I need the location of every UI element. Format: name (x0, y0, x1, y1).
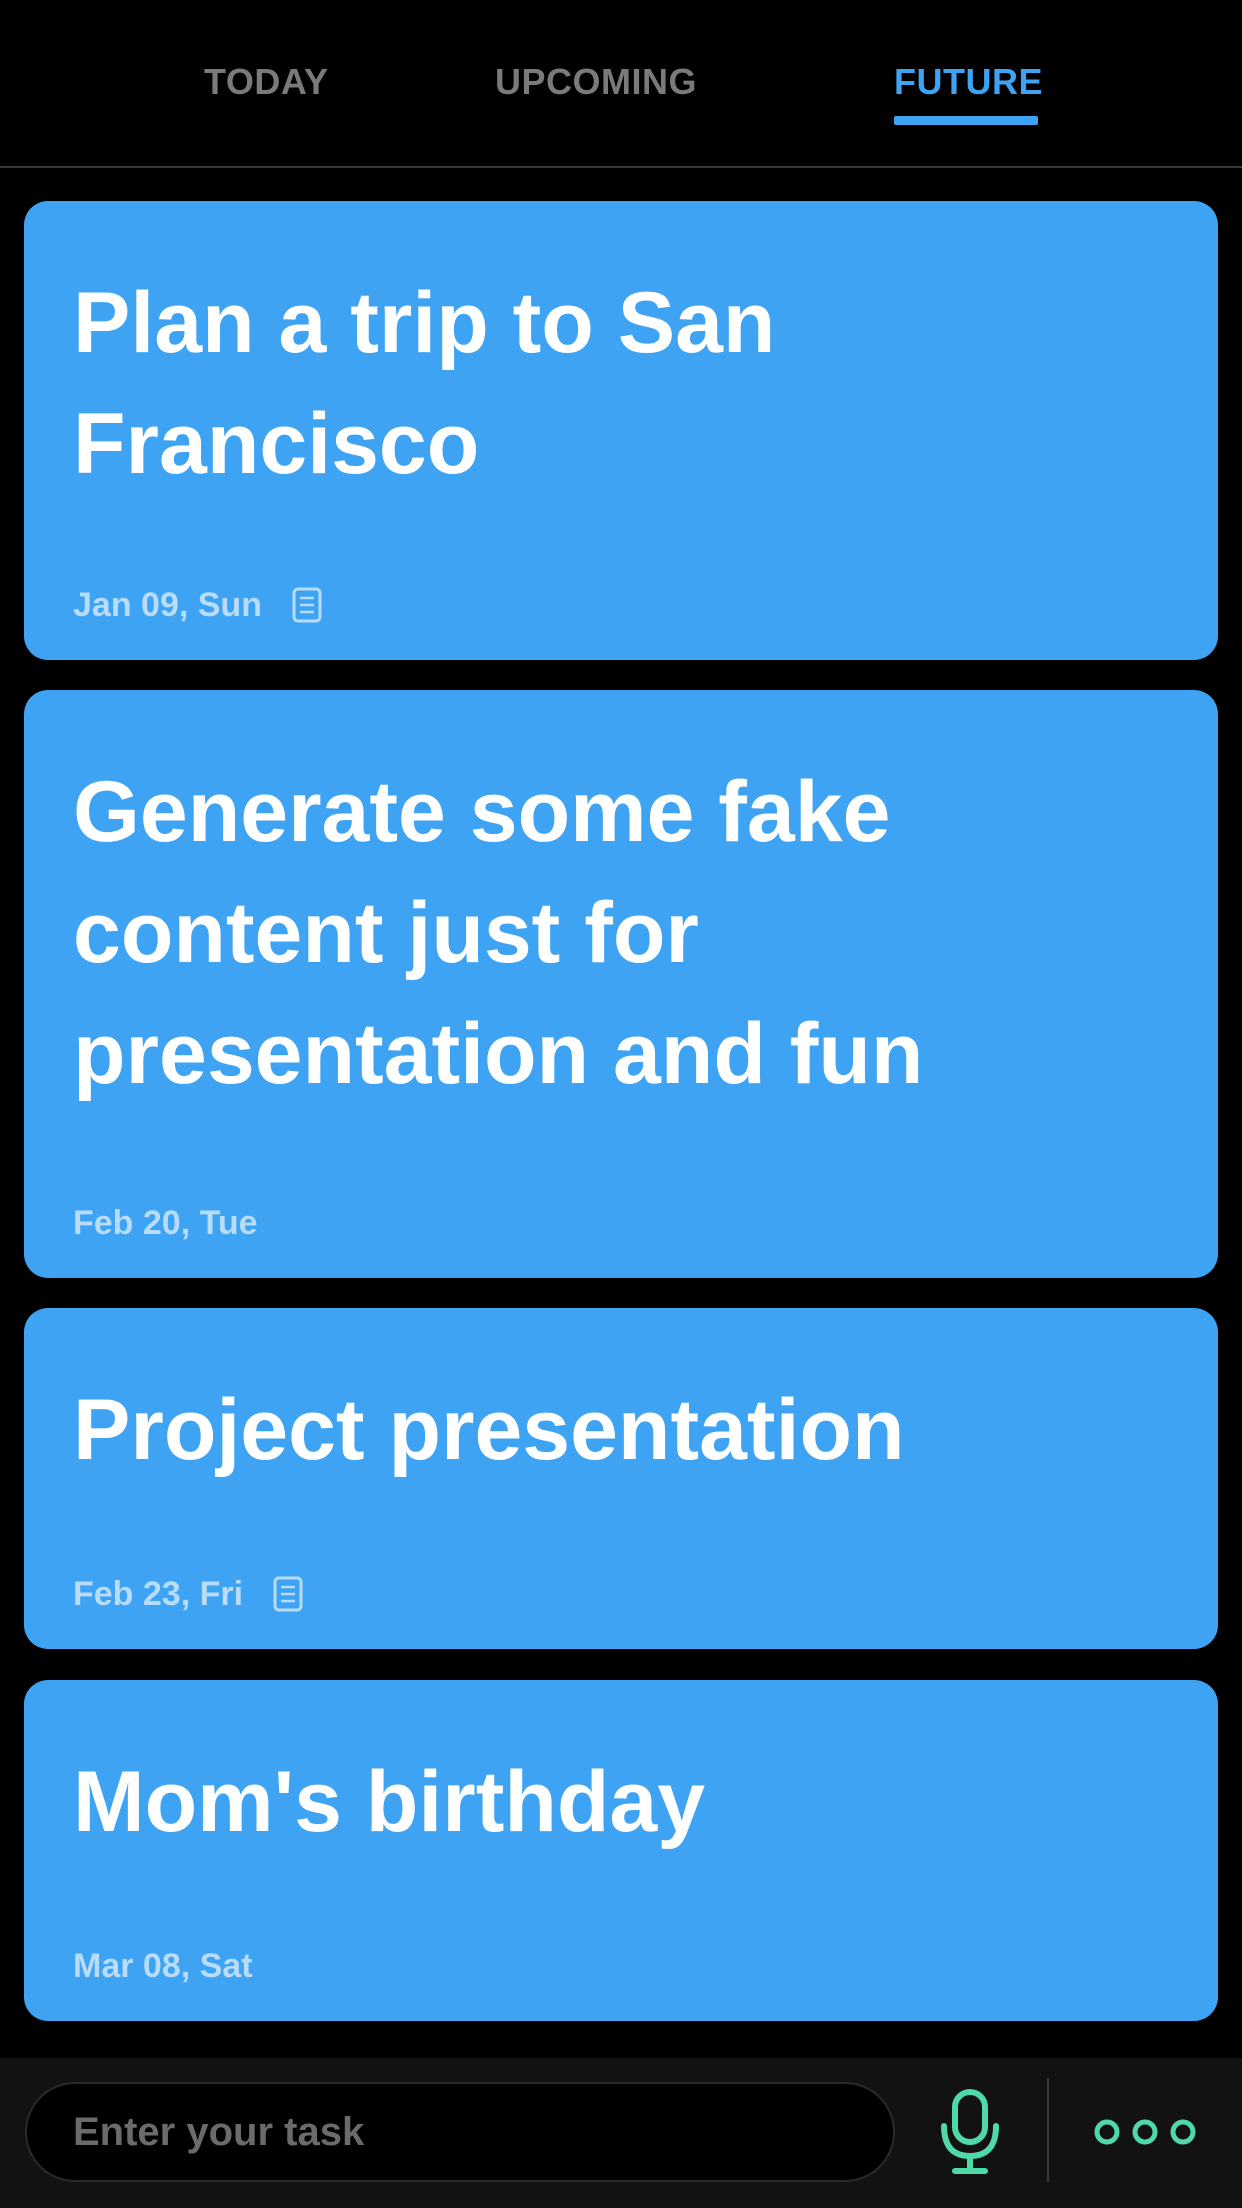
tab-future[interactable]: FUTURE (894, 56, 1043, 108)
task-card[interactable]: Project presentation Feb 23, Fri (24, 1308, 1218, 1649)
tab-bar: TODAY UPCOMING FUTURE (0, 0, 1242, 168)
task-title: Mom's birthday (73, 1754, 706, 1850)
bottom-bar (0, 2058, 1242, 2208)
note-icon (292, 587, 322, 623)
task-date: Jan 09, Sun (73, 585, 262, 624)
task-date: Feb 20, Tue (73, 1203, 258, 1242)
task-card[interactable]: Generate some fake content just for pres… (24, 690, 1218, 1278)
bar-divider (1047, 2078, 1049, 2182)
task-card[interactable]: Mom's birthday Mar 08, Sat (24, 1680, 1218, 2021)
task-meta: Feb 23, Fri (73, 1569, 303, 1619)
task-card[interactable]: Plan a trip to San Francisco Jan 09, Sun (24, 201, 1218, 660)
microphone-icon[interactable] (935, 2086, 1005, 2176)
task-title: Project presentation (73, 1382, 905, 1478)
task-meta: Feb 20, Tue (73, 1198, 258, 1248)
note-icon (273, 1576, 303, 1612)
task-meta: Jan 09, Sun (73, 580, 322, 630)
active-tab-indicator (894, 116, 1038, 125)
task-meta: Mar 08, Sat (73, 1941, 253, 1991)
task-title: Generate some fake content just for pres… (73, 764, 924, 1102)
task-date: Mar 08, Sat (73, 1946, 253, 1985)
more-dots-icon[interactable] (1090, 2102, 1200, 2162)
tab-today[interactable]: TODAY (204, 56, 329, 108)
task-date: Feb 23, Fri (73, 1574, 244, 1613)
task-title: Plan a trip to San Francisco (73, 275, 776, 492)
tab-upcoming[interactable]: UPCOMING (495, 56, 697, 108)
task-input[interactable] (25, 2082, 895, 2182)
